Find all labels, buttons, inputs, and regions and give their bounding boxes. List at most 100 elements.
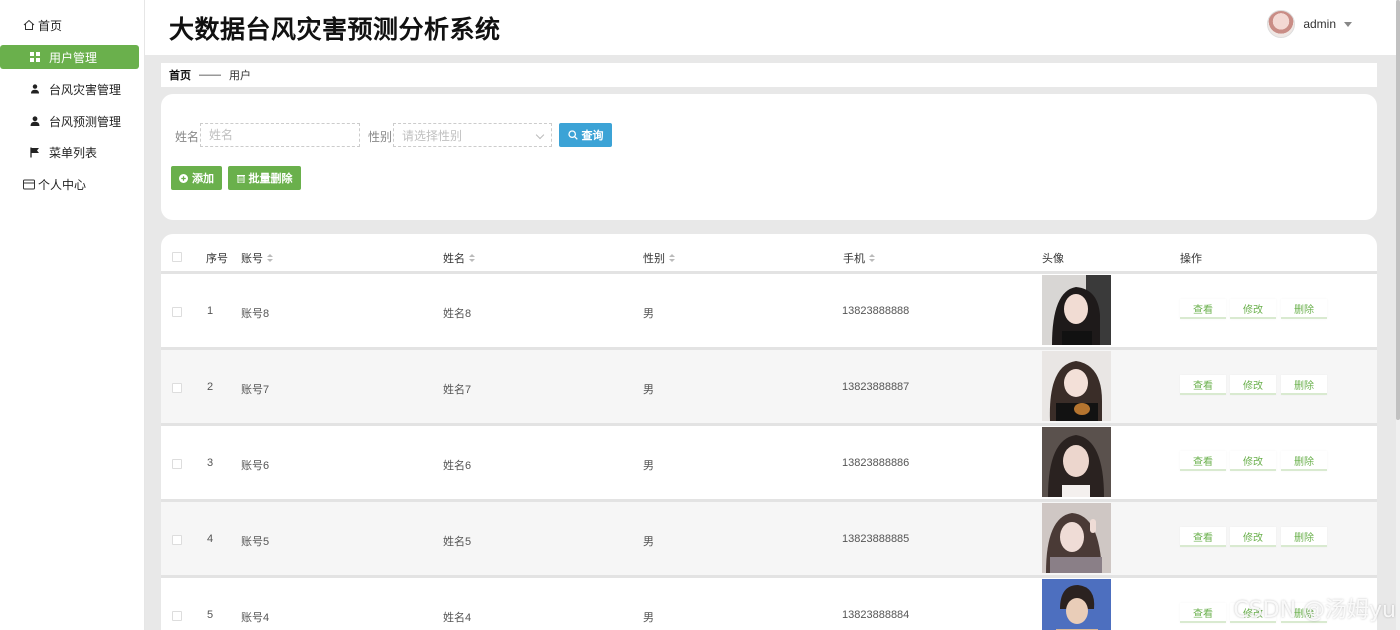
column-header-label: 账号 xyxy=(241,253,263,265)
page-scrollbar[interactable] xyxy=(1396,0,1400,630)
cell-phone: 13823888887 xyxy=(842,381,910,393)
sort-icon[interactable] xyxy=(669,254,675,262)
column-header-name[interactable]: 姓名 xyxy=(443,250,475,266)
cell-name: 姓名5 xyxy=(443,536,472,548)
delete-button[interactable]: 删除 xyxy=(1281,451,1327,471)
sidebar-item-user-management[interactable]: 用户管理 xyxy=(0,45,139,69)
gender-label: 性别 xyxy=(368,130,393,144)
breadcrumb: 首页 —— 用户 xyxy=(161,63,1377,87)
breadcrumb-home[interactable]: 首页 xyxy=(169,67,191,83)
edit-button[interactable]: 修改 xyxy=(1230,375,1276,395)
sidebar-item-home[interactable]: 首页 xyxy=(0,13,139,37)
column-header-label: 性别 xyxy=(643,253,665,265)
query-button-label: 查询 xyxy=(581,130,604,142)
view-button[interactable]: 查看 xyxy=(1180,603,1226,623)
cell-account: 账号5 xyxy=(241,536,270,548)
search-panel: 姓名 性别 请选择性别 查询 添加 批量删除 xyxy=(161,94,1377,220)
user-avatar-photo xyxy=(1042,351,1111,421)
column-header-gender[interactable]: 性别 xyxy=(643,250,675,266)
cell-index: 1 xyxy=(207,305,214,317)
user-avatar-photo xyxy=(1042,579,1111,630)
id-card-icon xyxy=(22,177,36,191)
query-button[interactable]: 查询 xyxy=(559,123,612,147)
sidebar-item-typhoon-forecast[interactable]: 台风预测管理 xyxy=(0,109,139,133)
gender-select-placeholder: 请选择性别 xyxy=(402,128,463,143)
column-header-index: 序号 xyxy=(206,250,228,266)
user-table: 序号 账号 姓名 性别 手机 头像 操作 1 账号8 姓名8 男 1382388… xyxy=(161,234,1377,630)
delete-button[interactable]: 删除 xyxy=(1281,375,1327,395)
user-tie-icon xyxy=(28,82,42,96)
cell-phone: 13823888884 xyxy=(842,609,910,621)
column-header-actions: 操作 xyxy=(1180,250,1202,266)
cell-phone: 13823888888 xyxy=(842,305,910,317)
sort-icon[interactable] xyxy=(869,254,875,262)
name-label: 姓名 xyxy=(175,130,200,144)
view-button[interactable]: 查看 xyxy=(1180,527,1226,547)
sidebar-item-label: 台风灾害管理 xyxy=(49,82,122,97)
add-button-label: 添加 xyxy=(192,173,214,185)
table-row: 3 账号6 姓名6 男 13823888886 查看 修改 删除 xyxy=(161,426,1377,499)
batch-delete-button[interactable]: 批量删除 xyxy=(228,166,301,190)
watermark: CSDN @汤姆yu xyxy=(1233,598,1396,623)
table-row: 1 账号8 姓名8 男 13823888888 查看 修改 删除 xyxy=(161,274,1377,347)
cell-name: 姓名8 xyxy=(443,308,472,320)
select-all-checkbox[interactable] xyxy=(172,252,182,262)
cell-gender: 男 xyxy=(643,612,654,624)
table-row: 4 账号5 姓名5 男 13823888885 查看 修改 删除 xyxy=(161,502,1377,575)
edit-button[interactable]: 修改 xyxy=(1230,527,1276,547)
search-icon xyxy=(567,130,578,140)
cell-account: 账号6 xyxy=(241,460,270,472)
sidebar-item-profile[interactable]: 个人中心 xyxy=(0,172,139,196)
edit-button[interactable]: 修改 xyxy=(1230,299,1276,319)
breadcrumb-separator: —— xyxy=(199,69,221,81)
cell-name: 姓名7 xyxy=(443,384,472,396)
cell-account: 账号8 xyxy=(241,308,270,320)
scrollbar-thumb[interactable] xyxy=(1396,0,1400,420)
cell-gender: 男 xyxy=(643,460,654,472)
column-header-label: 姓名 xyxy=(443,253,465,265)
table-row: 2 账号7 姓名7 男 13823888887 查看 修改 删除 xyxy=(161,350,1377,423)
gender-select[interactable]: 请选择性别 xyxy=(393,123,552,147)
add-button[interactable]: 添加 xyxy=(171,166,222,190)
sort-icon[interactable] xyxy=(267,254,273,262)
column-header-label: 操作 xyxy=(1180,253,1202,265)
user-menu[interactable]: admin xyxy=(1267,10,1352,38)
sidebar-item-menu-list[interactable]: 菜单列表 xyxy=(0,140,139,164)
cell-gender: 男 xyxy=(643,536,654,548)
edit-button[interactable]: 修改 xyxy=(1230,451,1276,471)
sidebar-item-typhoon-disaster[interactable]: 台风灾害管理 xyxy=(0,77,139,101)
cell-account: 账号4 xyxy=(241,612,270,624)
avatar xyxy=(1267,10,1296,38)
home-icon xyxy=(22,18,36,32)
sidebar: 首页 用户管理 台风灾害管理 台风预测管理 菜单列表 个人中心 xyxy=(0,0,145,630)
row-checkbox[interactable] xyxy=(172,383,182,393)
column-header-phone[interactable]: 手机 xyxy=(843,250,875,266)
row-checkbox[interactable] xyxy=(172,611,182,621)
cell-name: 姓名4 xyxy=(443,612,472,624)
view-button[interactable]: 查看 xyxy=(1180,299,1226,319)
cell-account: 账号7 xyxy=(241,384,270,396)
cell-name: 姓名6 xyxy=(443,460,472,472)
name-search-input[interactable] xyxy=(200,123,360,147)
row-checkbox[interactable] xyxy=(172,535,182,545)
sidebar-item-label: 用户管理 xyxy=(49,50,98,65)
column-header-account[interactable]: 账号 xyxy=(241,250,273,266)
top-header: 大数据台风灾害预测分析系统 admin xyxy=(145,0,1396,55)
sort-icon[interactable] xyxy=(469,254,475,262)
grid-icon xyxy=(28,50,42,64)
cell-index: 3 xyxy=(207,457,214,469)
user-avatar-photo xyxy=(1042,275,1111,345)
row-checkbox[interactable] xyxy=(172,307,182,317)
column-header-label: 手机 xyxy=(843,253,865,265)
cell-phone: 13823888885 xyxy=(842,533,910,545)
sidebar-item-label: 首页 xyxy=(38,18,63,33)
view-button[interactable]: 查看 xyxy=(1180,375,1226,395)
view-button[interactable]: 查看 xyxy=(1180,451,1226,471)
column-header-label: 头像 xyxy=(1042,253,1064,265)
flag-icon xyxy=(28,145,42,159)
plus-circle-icon xyxy=(179,173,188,183)
delete-button[interactable]: 删除 xyxy=(1281,527,1327,547)
row-checkbox[interactable] xyxy=(172,459,182,469)
delete-button[interactable]: 删除 xyxy=(1281,299,1327,319)
user-avatar-photo xyxy=(1042,427,1111,497)
